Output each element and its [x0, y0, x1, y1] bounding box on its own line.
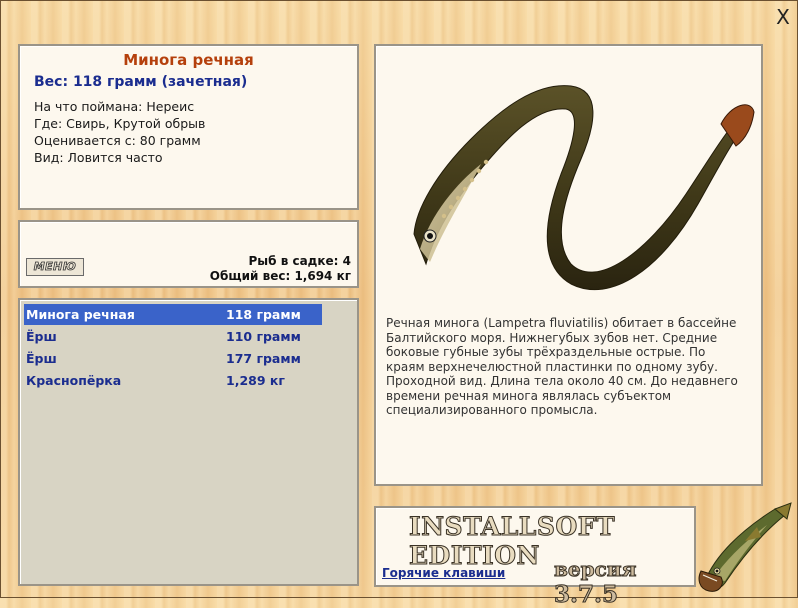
fish-description: Речная минога (Lampetra fluviatilis) оби…	[386, 316, 738, 417]
fish-weight: Вес: 118 грамм (зачетная)	[34, 74, 248, 90]
catch-row[interactable]: Ёрш 110 грамм	[24, 326, 322, 347]
catch-name: Ёрш	[26, 351, 57, 366]
cage-count: Рыб в садке: 4	[248, 254, 352, 268]
lamprey-image	[413, 85, 755, 291]
catch-name: Краснопёрка	[26, 373, 122, 388]
catch-row-selected[interactable]: Минога речная 118 грамм	[24, 304, 322, 325]
detail-frequency: Вид: Ловится часто	[34, 150, 163, 165]
close-button[interactable]: X	[773, 7, 793, 27]
catch-weight: 110 грамм	[226, 329, 301, 344]
hotkeys-link[interactable]: Горячие клавиши	[382, 566, 505, 580]
catch-weight: 177 грамм	[226, 351, 301, 366]
catch-name: Минога речная	[26, 307, 135, 322]
fish-details: На что поймана: Нереис Где: Свирь, Круто…	[34, 98, 357, 166]
catch-row[interactable]: Ёрш 177 грамм	[24, 348, 322, 369]
detail-min-weight: Оценивается с: 80 грамм	[34, 133, 201, 148]
cage-summary: Рыб в садке: 4 Общий вес: 1,694 кг	[210, 254, 351, 284]
fish-title: Минога речная	[123, 51, 254, 69]
pike-logo-icon	[698, 502, 792, 592]
detail-location: Где: Свирь, Крутой обрыв	[34, 116, 206, 131]
fish-info-panel: Минога речная Вес: 118 грамм (зачетная) …	[18, 44, 359, 210]
version-number: 3.7.5	[553, 581, 619, 608]
close-icon: X	[776, 5, 790, 29]
menu-panel: МЕНЮ Рыб в садке: 4 Общий вес: 1,694 кг	[18, 220, 359, 288]
footer-panel: INSTALLSOFT EDITION Горячие клавиши верс…	[374, 506, 696, 608]
version-label: версия 3.7.5	[553, 557, 694, 608]
menu-button[interactable]: МЕНЮ	[26, 258, 84, 276]
cage-total-weight: Общий вес: 1,694 кг	[209, 269, 351, 283]
catch-row[interactable]: Краснопёрка 1,289 кг	[24, 370, 322, 391]
version-word: версия	[553, 557, 637, 582]
catch-list: Минога речная 118 грамм Ёрш 110 грамм Ёр…	[18, 298, 359, 586]
catch-weight: 1,289 кг	[226, 373, 285, 388]
fish-view-panel: Речная минога (Lampetra fluviatilis) оби…	[374, 44, 763, 486]
catch-weight: 118 грамм	[226, 307, 301, 322]
detail-bait: На что поймана: Нереис	[34, 99, 195, 114]
catch-name: Ёрш	[26, 329, 57, 344]
